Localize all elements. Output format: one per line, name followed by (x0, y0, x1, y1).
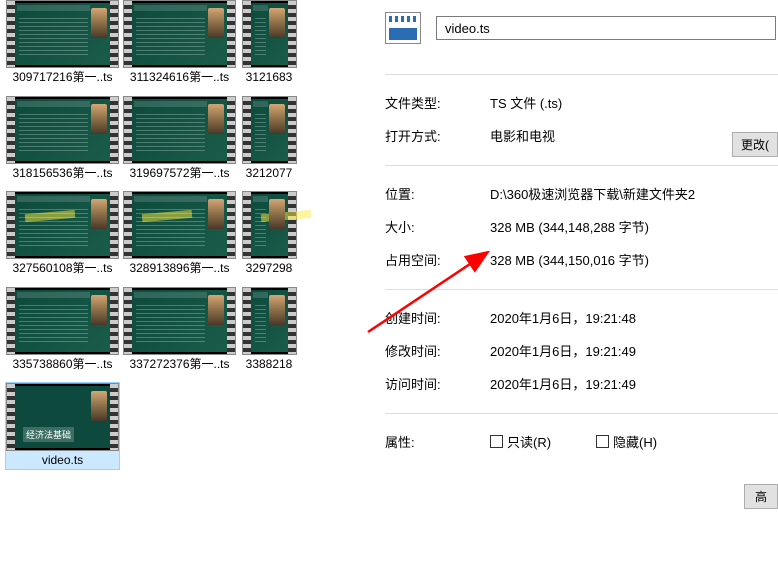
location-value: D:\360极速浏览器下载\新建文件夹2 (490, 184, 778, 203)
location-label: 位置: (385, 184, 490, 203)
advanced-button[interactable]: 高 (744, 484, 778, 509)
disk-size-value: 328 MB (344,150,016 字节) (490, 250, 778, 269)
size-value: 328 MB (344,148,288 字节) (490, 217, 778, 236)
file-item[interactable]: 3388218 (239, 287, 299, 373)
hidden-checkbox[interactable] (596, 435, 609, 448)
disk-size-label: 占用空间: (385, 250, 490, 269)
video-thumbnail (6, 287, 119, 355)
file-explorer-panel: 309717216第一..ts 311324616第一..ts 3121683 318… (0, 0, 360, 567)
file-item[interactable]: 319697572第一..ts (122, 96, 237, 182)
file-label: 335738860第一..ts (8, 357, 118, 373)
video-thumbnail (6, 96, 119, 164)
video-thumbnail: 经济法基础 (6, 383, 119, 451)
file-item[interactable]: 3121683 (239, 0, 299, 86)
file-item[interactable]: 337272376第一..ts (122, 287, 237, 373)
file-label: 328913896第一..ts (125, 261, 235, 277)
file-item[interactable]: 3297298 (239, 191, 299, 277)
modified-label: 修改时间: (385, 341, 490, 360)
video-thumbnail (123, 287, 236, 355)
video-thumbnail (123, 191, 236, 259)
video-thumbnail (242, 0, 297, 68)
file-item[interactable]: 327560108第一..ts (5, 191, 120, 277)
file-label: 3297298 (242, 261, 297, 277)
file-item[interactable]: 经济法基础 video.ts (5, 382, 120, 470)
video-file-icon (385, 12, 421, 44)
created-label: 创建时间: (385, 308, 490, 327)
modified-value: 2020年1月6日，19:21:49 (490, 341, 778, 360)
size-label: 大小: (385, 217, 490, 236)
video-thumbnail (123, 0, 236, 68)
readonly-checkbox[interactable] (490, 435, 503, 448)
change-button[interactable]: 更改( (732, 132, 778, 157)
accessed-label: 访问时间: (385, 374, 490, 393)
file-label: 311324616第一..ts (125, 70, 235, 86)
file-label: video.ts (8, 453, 118, 469)
file-label: 3388218 (242, 357, 297, 373)
file-item[interactable]: 335738860第一..ts (5, 287, 120, 373)
video-thumbnail (123, 96, 236, 164)
file-item[interactable]: 3212077 (239, 96, 299, 182)
file-item[interactable]: 328913896第一..ts (122, 191, 237, 277)
file-type-label: 文件类型: (385, 93, 490, 112)
file-label: 318156536第一..ts (8, 166, 118, 182)
video-thumbnail (242, 191, 297, 259)
file-item[interactable]: 318156536第一..ts (5, 96, 120, 182)
file-label: 3212077 (242, 166, 297, 182)
file-label: 337272376第一..ts (125, 357, 235, 373)
opens-with-label: 打开方式: (385, 126, 490, 145)
video-thumbnail (242, 287, 297, 355)
readonly-label: 只读(R) (507, 432, 551, 451)
video-thumbnail (242, 96, 297, 164)
video-thumbnail (6, 191, 119, 259)
file-label: 3121683 (242, 70, 297, 86)
properties-panel: 文件类型: TS 文件 (.ts) 打开方式: 电影和电视 更改( 位置: D:… (360, 0, 778, 567)
hidden-checkbox-item[interactable]: 隐藏(H) (596, 432, 657, 451)
file-item[interactable]: 311324616第一..ts (122, 0, 237, 86)
created-value: 2020年1月6日，19:21:48 (490, 308, 778, 327)
file-label: 319697572第一..ts (125, 166, 235, 182)
readonly-checkbox-item[interactable]: 只读(R) (490, 432, 551, 451)
attributes-label: 属性: (385, 432, 490, 451)
file-type-value: TS 文件 (.ts) (490, 93, 778, 112)
filename-input[interactable] (436, 16, 776, 40)
video-thumbnail (6, 0, 119, 68)
file-label: 309717216第一..ts (8, 70, 118, 86)
accessed-value: 2020年1月6日，19:21:49 (490, 374, 778, 393)
file-label: 327560108第一..ts (8, 261, 118, 277)
file-item[interactable]: 309717216第一..ts (5, 0, 120, 86)
hidden-label: 隐藏(H) (613, 432, 657, 451)
